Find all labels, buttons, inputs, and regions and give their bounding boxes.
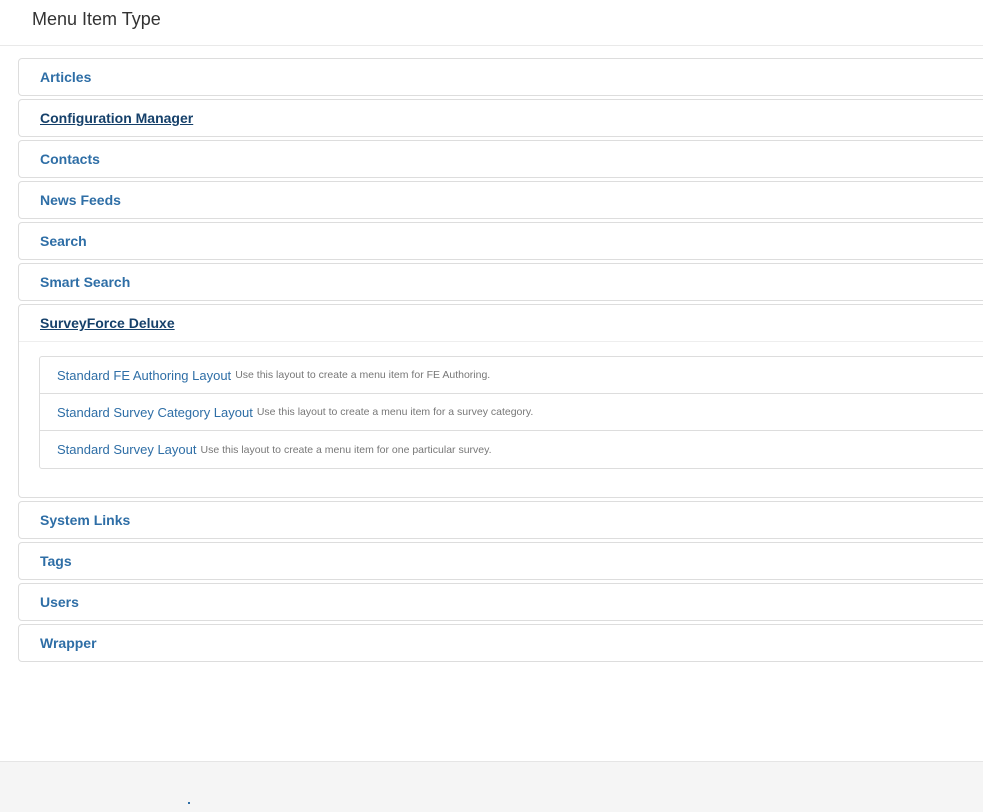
layout-link-survey[interactable]: Standard Survey Layout <box>57 442 196 457</box>
accordion-group-users: Users <box>18 583 983 621</box>
modal-title: Menu Item Type <box>32 9 161 29</box>
accordion-group-system-links: System Links <box>18 501 983 539</box>
accordion-heading: Configuration Manager <box>19 100 983 136</box>
accordion-heading: Search <box>19 223 983 259</box>
layout-link-fe-authoring[interactable]: Standard FE Authoring Layout <box>57 368 231 383</box>
menu-type-accordion: Articles Configuration Manager Contacts … <box>18 58 983 665</box>
accordion-toggle-smart-search[interactable]: Smart Search <box>40 274 130 290</box>
accordion-heading: SurveyForce Deluxe <box>19 305 983 341</box>
layout-description: Use this layout to create a menu item fo… <box>235 369 491 381</box>
accordion-toggle-search[interactable]: Search <box>40 233 87 249</box>
modal-footer <box>0 761 983 812</box>
accordion-heading: News Feeds <box>19 182 983 218</box>
accordion-group-configuration-manager: Configuration Manager <box>18 99 983 137</box>
accordion-heading: Wrapper <box>19 625 983 661</box>
accordion-group-surveyforce-deluxe: SurveyForce Deluxe Standard FE Authoring… <box>18 304 983 498</box>
accordion-heading: System Links <box>19 502 983 538</box>
accordion-group-search: Search <box>18 222 983 260</box>
layout-description: Use this layout to create a menu item fo… <box>256 406 534 418</box>
modal-header: Menu Item Type <box>0 0 983 46</box>
accordion-group-tags: Tags <box>18 542 983 580</box>
accordion-toggle-wrapper[interactable]: Wrapper <box>40 635 97 651</box>
accordion-toggle-contacts[interactable]: Contacts <box>40 151 100 167</box>
accordion-toggle-news-feeds[interactable]: News Feeds <box>40 192 121 208</box>
list-item[interactable]: Standard FE Authoring Layout Use this la… <box>40 357 983 394</box>
accordion-heading: Smart Search <box>19 264 983 300</box>
accordion-heading: Contacts <box>19 141 983 177</box>
accordion-heading: Tags <box>19 543 983 579</box>
accordion-toggle-configuration-manager[interactable]: Configuration Manager <box>40 110 193 126</box>
accordion-group-contacts: Contacts <box>18 140 983 178</box>
accordion-toggle-users[interactable]: Users <box>40 594 79 610</box>
layout-list: Standard FE Authoring Layout Use this la… <box>39 356 983 469</box>
accordion-group-wrapper: Wrapper <box>18 624 983 662</box>
accordion-toggle-tags[interactable]: Tags <box>40 553 72 569</box>
accordion-group-news-feeds: News Feeds <box>18 181 983 219</box>
accordion-body: Standard FE Authoring Layout Use this la… <box>19 341 983 497</box>
accordion-heading: Users <box>19 584 983 620</box>
layout-description: Use this layout to create a menu item fo… <box>200 443 492 456</box>
list-item[interactable]: Standard Survey Category Layout Use this… <box>40 394 983 431</box>
footer-dot <box>188 802 190 804</box>
layout-link-survey-category[interactable]: Standard Survey Category Layout <box>57 405 253 420</box>
accordion-toggle-surveyforce-deluxe[interactable]: SurveyForce Deluxe <box>40 315 175 331</box>
accordion-toggle-system-links[interactable]: System Links <box>40 512 130 528</box>
accordion-group-articles: Articles <box>18 58 983 96</box>
accordion-toggle-articles[interactable]: Articles <box>40 69 91 85</box>
accordion-heading: Articles <box>19 59 983 95</box>
list-item[interactable]: Standard Survey Layout Use this layout t… <box>40 431 983 468</box>
accordion-group-smart-search: Smart Search <box>18 263 983 301</box>
